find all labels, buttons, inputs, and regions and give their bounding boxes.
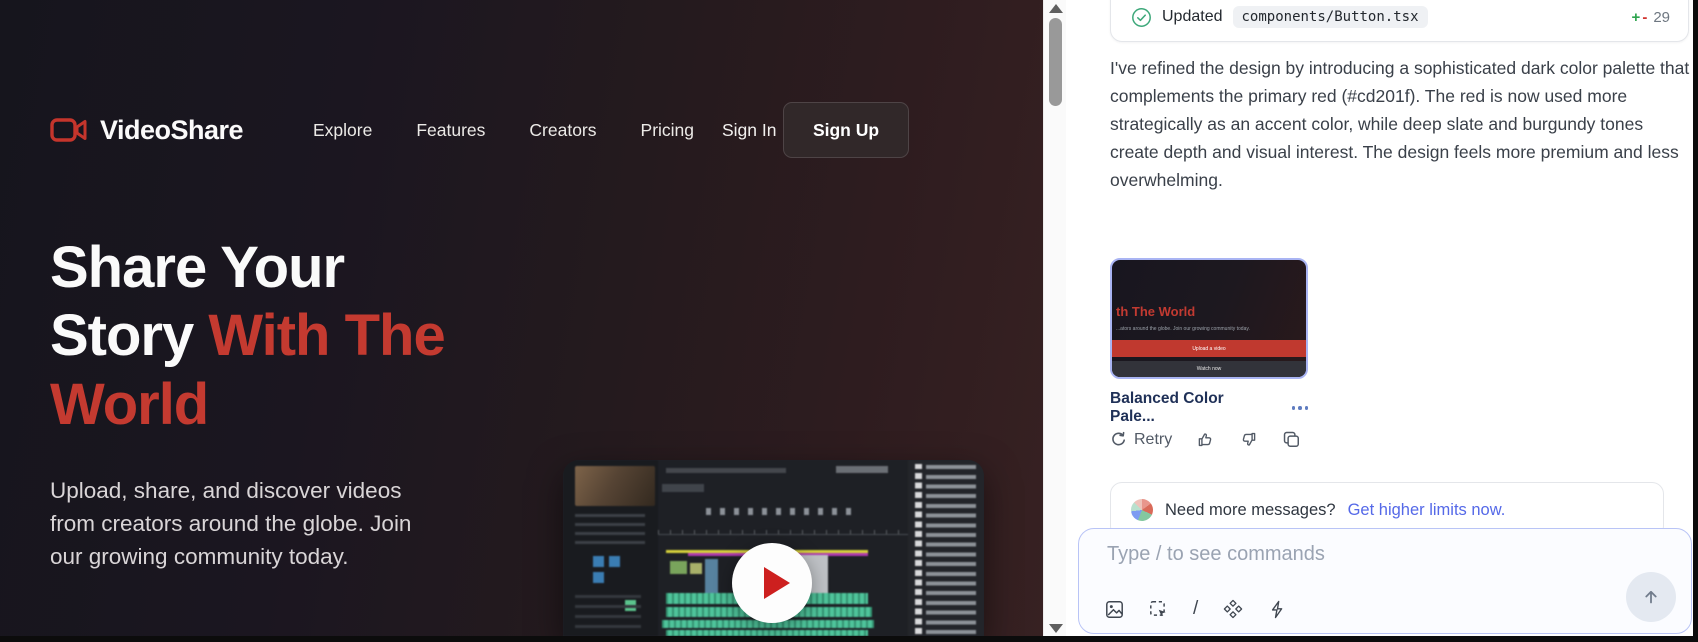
thumb-secondary-button: Watch now: [1112, 361, 1306, 377]
sign-up-button[interactable]: Sign Up: [783, 102, 909, 158]
image-icon[interactable]: [1105, 600, 1124, 619]
video-camera-icon: [50, 116, 88, 144]
scrollbar-thumb[interactable]: [1049, 18, 1062, 106]
nav-item-explore[interactable]: Explore: [313, 120, 372, 141]
select-cursor-icon[interactable]: [1149, 600, 1168, 619]
thumb-primary-button: Upload a video: [1112, 340, 1306, 357]
composer-toolbar: /: [1105, 598, 1286, 620]
nav-item-creators[interactable]: Creators: [529, 120, 596, 141]
composer: /: [1078, 528, 1692, 634]
send-button[interactable]: [1626, 572, 1676, 622]
sign-in-link[interactable]: Sign In: [722, 100, 776, 160]
nav-item-features[interactable]: Features: [416, 120, 485, 141]
site-header: VideoShare Explore Features Creators Pri…: [0, 100, 1043, 160]
diamonds-icon[interactable]: [1223, 599, 1243, 619]
lightning-icon[interactable]: [1268, 600, 1286, 619]
hero-description: Upload, share, and discover videos from …: [50, 474, 442, 573]
artifact-block: th The World ...ators around the globe. …: [1110, 258, 1320, 426]
chat-input[interactable]: [1107, 543, 1567, 577]
play-button[interactable]: [732, 543, 812, 623]
file-update-card[interactable]: Updated components/Button.tsx + - 29: [1110, 0, 1689, 42]
preview-scrollbar[interactable]: [1043, 0, 1066, 636]
get-higher-limits-link[interactable]: Get higher limits now.: [1348, 501, 1506, 520]
assistant-message: I've refined the design by introducing a…: [1110, 54, 1693, 194]
play-icon: [764, 567, 790, 599]
retry-button[interactable]: Retry: [1110, 431, 1172, 449]
diff-plus: +: [1632, 9, 1641, 26]
hero-video-thumbnail: [563, 460, 984, 636]
arrow-up-icon: [1640, 586, 1662, 608]
pinwheel-icon: [1131, 499, 1153, 521]
updated-file-chip: components/Button.tsx: [1233, 6, 1428, 28]
slash-command-icon[interactable]: /: [1193, 598, 1198, 620]
thumbs-up-button[interactable]: [1196, 430, 1215, 449]
brand-logo[interactable]: VideoShare: [50, 100, 243, 160]
diff-minus: -: [1642, 9, 1647, 26]
limits-banner-text: Need more messages?: [1165, 501, 1336, 520]
message-actions: Retry: [1110, 430, 1301, 449]
screenshot-root: VideoShare Explore Features Creators Pri…: [0, 0, 1698, 642]
artifact-preview-thumbnail[interactable]: th The World ...ators around the globe. …: [1110, 258, 1308, 379]
thumb-hero-body: ...ators around the globe. Join our grow…: [1116, 326, 1250, 332]
thumb-hero-heading: th The World: [1116, 304, 1195, 319]
artifact-more-menu-icon[interactable]: [1292, 406, 1309, 410]
scrollbar-down-arrow[interactable]: [1049, 624, 1063, 633]
check-circle-icon: [1131, 7, 1152, 28]
retry-label: Retry: [1134, 431, 1172, 449]
copy-button[interactable]: [1282, 430, 1301, 449]
diff-counts: + - 29: [1632, 9, 1670, 26]
update-status-label: Updated: [1162, 8, 1223, 26]
artifact-title[interactable]: Balanced Color Pale...: [1110, 390, 1270, 426]
diff-count: 29: [1653, 9, 1670, 26]
scrollbar-up-arrow[interactable]: [1049, 4, 1063, 13]
site-preview-pane: VideoShare Explore Features Creators Pri…: [0, 0, 1043, 636]
hero-title: Share Your Story With The World: [50, 234, 482, 439]
chat-panel: Updated components/Button.tsx + - 29 I'v…: [1066, 0, 1693, 636]
brand-name: VideoShare: [100, 115, 243, 146]
nav-item-pricing[interactable]: Pricing: [641, 120, 695, 141]
thumbs-down-button[interactable]: [1239, 430, 1258, 449]
refresh-icon: [1110, 431, 1127, 448]
site-nav: Explore Features Creators Pricing: [313, 100, 694, 160]
